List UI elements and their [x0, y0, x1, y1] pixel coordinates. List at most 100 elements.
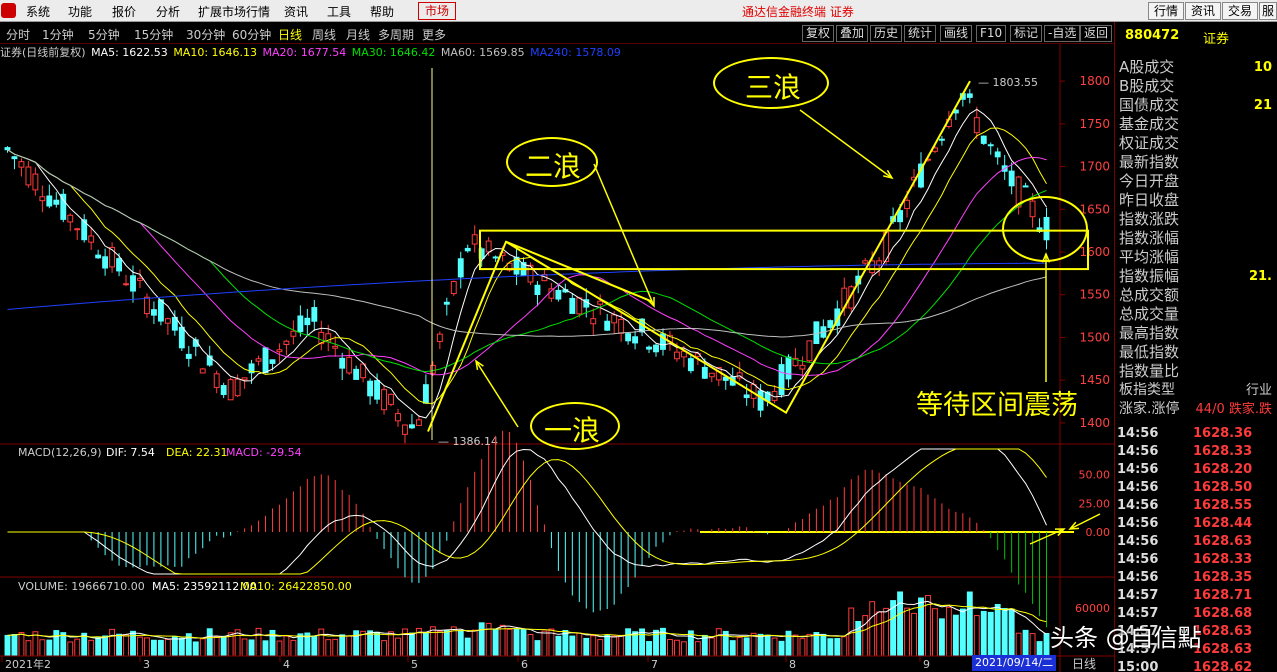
quote-row-label: 指数涨幅: [1119, 229, 1180, 247]
candle-body: [443, 301, 450, 305]
volume-bar: [1043, 632, 1050, 657]
period-60min[interactable]: 60分钟: [232, 26, 271, 43]
f10-button[interactable]: F10: [976, 25, 1007, 42]
back-button[interactable]: 返回: [1080, 25, 1113, 42]
candle-body: [255, 358, 262, 362]
candle-body: [534, 284, 541, 296]
volume-bar: [576, 632, 583, 657]
tick-time: 14:56: [1117, 426, 1159, 441]
quote-row: 指数量比: [1119, 362, 1274, 381]
candle-body: [137, 277, 143, 281]
period-multi[interactable]: 多周期: [378, 26, 414, 43]
quotes-button[interactable]: 行情: [1148, 2, 1185, 20]
volume-bar: [938, 618, 945, 657]
volume-bar: [290, 639, 297, 657]
candle-body: [778, 364, 785, 396]
period-1min[interactable]: 1分钟: [42, 26, 74, 43]
volume-bar: [1001, 608, 1008, 657]
quote-row-label: 指数振幅: [1119, 267, 1180, 285]
menu-help[interactable]: 帮助: [370, 3, 394, 20]
menu-quotes[interactable]: 报价: [112, 3, 136, 20]
volume-bar: [883, 607, 890, 657]
quote-row-label: 涨家.涨停: [1119, 401, 1180, 417]
candle-body: [290, 330, 297, 337]
macd-dif: DIF: 7.54: [106, 446, 155, 459]
candle-body: [234, 378, 241, 397]
month-label: 3: [143, 658, 150, 671]
period-monthly[interactable]: 月线: [346, 26, 370, 43]
candle-body: [116, 258, 123, 272]
period-weekly[interactable]: 周线: [312, 26, 336, 43]
app-logo-icon[interactable]: [1, 3, 16, 18]
volume-bar: [680, 641, 687, 657]
quote-row-value: 10: [1253, 60, 1272, 75]
service-button[interactable]: 服务: [1259, 2, 1277, 20]
quote-row-label: 指数涨跌: [1119, 210, 1180, 228]
watchlist-button[interactable]: -自选: [1044, 25, 1081, 42]
volume-bar: [625, 628, 632, 657]
menu-tools[interactable]: 工具: [327, 3, 351, 20]
candle-body: [332, 345, 339, 349]
candle-body: [813, 321, 820, 345]
index-code: 880472: [1125, 28, 1180, 43]
candle-body: [262, 347, 269, 374]
volume-bar: [1008, 608, 1015, 657]
window-title: 通达信金融终端 证券: [742, 5, 854, 19]
volume-bar: [353, 630, 360, 657]
volume-bar: [764, 634, 771, 657]
menu-news[interactable]: 资讯: [284, 3, 308, 20]
volume-bar: [436, 630, 443, 657]
volume-bar: [897, 591, 904, 657]
draw-button[interactable]: 画线: [940, 25, 973, 42]
period-30min[interactable]: 30分钟: [186, 26, 225, 43]
candle-body: [785, 356, 792, 380]
candle-body: [95, 254, 102, 259]
candle-body: [39, 196, 46, 202]
candle-body: [213, 373, 220, 388]
candle-body: [185, 353, 192, 359]
menu-function[interactable]: 功能: [68, 3, 92, 20]
stats-button[interactable]: 统计: [904, 25, 937, 42]
volume-bar: [388, 631, 394, 657]
menu-system[interactable]: 系统: [26, 3, 50, 20]
period-15min[interactable]: 15分钟: [134, 26, 173, 43]
mark-button[interactable]: 标记: [1010, 25, 1043, 42]
quote-row: 板指类型 行业: [1119, 381, 1274, 400]
period-5min[interactable]: 5分钟: [88, 26, 120, 43]
tick-price: 1628.63: [1193, 534, 1253, 549]
menu-analysis[interactable]: 分析: [156, 3, 180, 20]
period-daily[interactable]: 日线: [278, 26, 302, 43]
trade-button[interactable]: 交易: [1222, 2, 1259, 20]
volume-bar: [694, 641, 701, 657]
overlay-button[interactable]: 叠加: [836, 25, 869, 42]
volume-bar: [980, 610, 987, 657]
quote-row-value: 44/0 跌家.跌: [1195, 402, 1272, 417]
volume-bar: [74, 638, 81, 657]
candle-body: [450, 281, 457, 295]
adjust-button[interactable]: 复权: [802, 25, 835, 42]
candle-body: [429, 364, 436, 374]
candle-body: [276, 349, 283, 353]
volume-bar: [771, 637, 778, 657]
wave1-label: 一浪: [544, 414, 601, 447]
macd-value: MACD: -29.54: [226, 446, 302, 459]
quote-row-value: 行业: [1245, 383, 1272, 398]
menu-extended-market[interactable]: 扩展市场行情: [198, 3, 270, 20]
volume-bar: [520, 628, 527, 657]
volume-bar: [67, 641, 74, 657]
volume-bar: [137, 636, 143, 657]
period-timeshare[interactable]: 分时: [6, 26, 30, 43]
candle-body: [708, 372, 715, 378]
news-button[interactable]: 资讯: [1185, 2, 1222, 20]
market-button[interactable]: 市场: [418, 2, 457, 20]
candle-body: [102, 256, 109, 269]
volume-bar: [60, 632, 67, 657]
volume-bar: [485, 622, 492, 657]
volume-bar: [834, 638, 841, 657]
tick-time: 14:56: [1117, 570, 1159, 585]
candle-body: [590, 318, 597, 325]
history-button[interactable]: 历史: [870, 25, 903, 42]
period-more[interactable]: 更多: [422, 26, 446, 43]
volume-bar: [464, 637, 471, 657]
volume-bar: [144, 637, 150, 657]
